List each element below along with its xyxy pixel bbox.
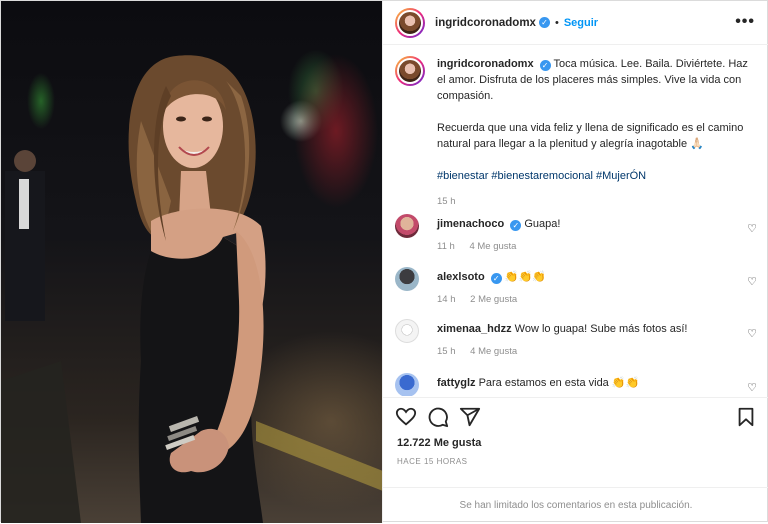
commenter-avatar[interactable] (395, 319, 419, 343)
comment-text: Para estamos en esta vida 👏👏 (478, 377, 640, 389)
heart-icon[interactable]: ♡ (747, 327, 757, 340)
verified-icon: ✓ (510, 220, 522, 231)
caption-hashtags[interactable]: #bienestar #bienestaremocional #MujerÓN (437, 168, 755, 184)
verified-icon: ✓ (539, 60, 551, 71)
comment-time[interactable]: 15 h (437, 346, 456, 357)
comment-likes[interactable]: 4 Me gusta (470, 346, 517, 357)
more-icon[interactable]: ••• (735, 13, 755, 31)
comment-likes[interactable]: 4 Me gusta (469, 241, 516, 252)
separator-dot: • (554, 16, 559, 29)
heart-icon[interactable]: ♡ (747, 275, 757, 288)
verified-icon: ✓ (490, 273, 502, 284)
caption-author-avatar[interactable] (395, 56, 425, 86)
instagram-post: ingridcoronadomx ✓ • Seguir ••• ingridco… (0, 0, 768, 523)
author-username[interactable]: ingridcoronadomx (435, 17, 536, 29)
share-icon[interactable] (459, 406, 481, 428)
comment-text: Wow lo guapa! Sube más fotos así! (514, 323, 688, 335)
caption-username[interactable]: ingridcoronadomx (437, 58, 534, 70)
comment-icon[interactable] (427, 406, 449, 428)
post-photo[interactable] (1, 1, 382, 523)
comment-item: jimenachoco ✓ Guapa! 11 h 4 Me gusta ♡ (395, 214, 761, 262)
commenter-avatar[interactable] (395, 267, 419, 291)
comment-time[interactable]: 11 h (437, 241, 455, 252)
caption-time[interactable]: 15 h (437, 194, 755, 210)
comment-item: alexlsoto ✓ 👏👏👏 14 h 2 Me gusta ♡ (395, 267, 761, 315)
verified-icon: ✓ (538, 17, 550, 28)
action-bar (383, 397, 768, 435)
comment-text: 👏👏👏 (504, 271, 546, 283)
commenter-avatar[interactable] (395, 214, 419, 238)
commenter-username[interactable]: jimenachoco (437, 218, 504, 230)
comment-time[interactable]: 14 h (437, 294, 456, 305)
commenter-username[interactable]: ximenaa_hdzz (437, 323, 512, 335)
comment-item: fattyglz Para estamos en esta vida 👏👏 ♡ (395, 373, 761, 396)
post-date[interactable]: HACE 15 HORAS (397, 457, 468, 466)
post-caption: ingridcoronadomx ✓ Toca música. Lee. Bai… (395, 56, 755, 210)
commenter-username[interactable]: alexlsoto (437, 271, 485, 283)
comment-item: ximenaa_hdzz Wow lo guapa! Sube más foto… (395, 319, 761, 367)
comment-text: Guapa! (524, 218, 561, 230)
commenter-avatar[interactable] (395, 373, 419, 396)
post-details-panel: ingridcoronadomx ✓ • Seguir ••• ingridco… (382, 1, 768, 523)
photo-subject-illustration (1, 55, 382, 523)
heart-icon[interactable]: ♡ (747, 222, 757, 235)
author-avatar[interactable] (395, 7, 425, 38)
follow-button[interactable]: Seguir (564, 17, 598, 29)
comments-limited-notice: Se han limitado los comentarios en esta … (383, 487, 768, 523)
caption-text-2: Recuerda que una vida feliz y llena de s… (437, 122, 744, 150)
comments-section[interactable]: ingridcoronadomx ✓ Toca música. Lee. Bai… (383, 46, 768, 396)
post-header: ingridcoronadomx ✓ • Seguir ••• (383, 1, 768, 45)
heart-icon[interactable]: ♡ (747, 381, 757, 394)
commenter-username[interactable]: fattyglz (437, 377, 476, 389)
comment-likes[interactable]: 2 Me gusta (470, 294, 517, 305)
heart-icon[interactable] (395, 406, 417, 428)
bookmark-icon[interactable] (735, 406, 757, 428)
likes-count[interactable]: 12.722 Me gusta (397, 437, 481, 449)
